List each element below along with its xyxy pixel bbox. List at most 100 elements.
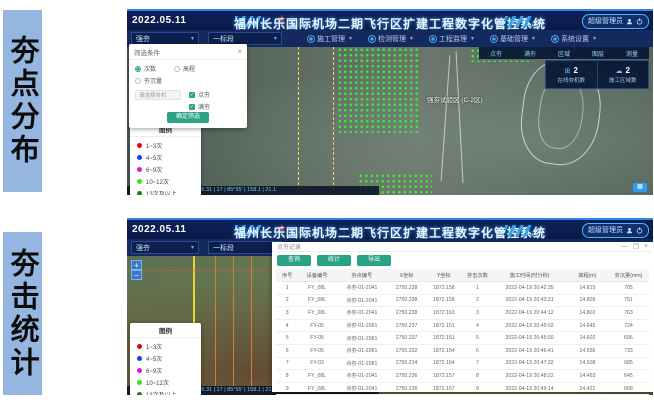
radio-elevation[interactable]: 高程	[174, 64, 195, 73]
menu-construction[interactable]: 施工管理▾	[307, 34, 352, 44]
tamping-point-grid[interactable]	[337, 47, 421, 133]
menu-label: 系统设置	[561, 34, 589, 44]
legend-item: 13次及以上	[130, 187, 201, 195]
table-cell: 14.645	[567, 319, 608, 332]
table-cell: 2	[276, 294, 298, 307]
legend-item: 10~12次	[130, 175, 201, 187]
table-cell: 763	[608, 307, 649, 320]
zoom-out-button[interactable]: −	[131, 270, 142, 280]
stat-value: 2	[626, 66, 630, 75]
toolbar-item[interactable]: 满夯	[524, 49, 536, 58]
stats-button[interactable]: 统计	[317, 255, 351, 266]
minimize-icon[interactable]: —	[621, 243, 628, 251]
toolbar-item[interactable]: 测量	[626, 49, 638, 58]
checkbox-full-tamping[interactable]: ✓满夯	[189, 102, 210, 111]
table-cell: 14.421	[567, 382, 608, 395]
checkbox-point-tamping[interactable]: ✓点夯	[189, 90, 210, 99]
zoom-in-button[interactable]: +	[131, 260, 142, 270]
select-value: 一标段	[213, 34, 234, 44]
query-button[interactable]: 查询	[277, 255, 311, 266]
legend-dot	[137, 344, 142, 349]
table-cell: 14.809	[567, 294, 608, 307]
export-button[interactable]: 导出	[357, 255, 391, 266]
chevron-down-icon: ▾	[274, 35, 277, 42]
close-icon[interactable]: ×	[237, 49, 242, 55]
table-row[interactable]: 7FY-03点夯-01-20812750.2141872.16472022-04…	[276, 357, 649, 370]
table-cell: 668	[608, 382, 649, 395]
boundary-line-orange	[215, 256, 216, 395]
checkbox-label: 满夯	[198, 102, 210, 111]
table-cell: 1872.154	[425, 344, 462, 357]
radio-label: 夯沉量	[144, 76, 162, 85]
menu-icon	[551, 35, 559, 43]
legend-item: 1~3次	[130, 139, 201, 151]
table-row[interactable]: 2FY_08L点夯-01-20412750.2381872.15822022-0…	[276, 294, 649, 307]
table-cell: 2022-04-19 20:42:35	[492, 282, 567, 295]
user-icon	[626, 227, 633, 234]
menu-testing[interactable]: 检测管理▾	[368, 34, 413, 44]
table-row[interactable]: 4FY-05点夯-01-20612750.2371872.15142022-04…	[276, 319, 649, 332]
menu-settings[interactable]: 系统设置▾	[551, 34, 596, 44]
table-row[interactable]: 1FY_08L点夯-01-20412750.2381872.15812022-0…	[276, 282, 649, 295]
menu-label: 工程监理	[439, 34, 467, 44]
menu-basic[interactable]: 基础管理▾	[490, 34, 535, 44]
table-row[interactable]: 3FY_08L点夯-01-20412750.2381872.16332022-0…	[276, 307, 649, 320]
radio-count[interactable]: 次数	[135, 64, 156, 73]
table-cell: FY_08L	[298, 370, 335, 383]
table-cell: 7	[276, 357, 298, 370]
record-table: 序号设备编号夯点编号X坐标Y坐标夯击次数施工时间(时分秒)高程(m)夯沉量(mm…	[276, 269, 649, 395]
table-row[interactable]: 5FY-05点夯-01-20612750.2371872.15152022-04…	[276, 332, 649, 345]
legend-dot	[137, 356, 142, 361]
table-cell: 2022-04-19 20:45:02	[492, 319, 567, 332]
map-tool-icon[interactable]: ▦	[633, 183, 647, 192]
table-cell: 2022-04-19 20:44:12	[492, 307, 567, 320]
table-cell: 2750.236	[388, 370, 425, 383]
radio-icon	[135, 78, 141, 84]
radio-settlement[interactable]: 夯沉量	[135, 76, 241, 85]
table-cell: 1872.164	[425, 357, 462, 370]
maximize-icon[interactable]: ❐	[633, 243, 639, 251]
table-cell: 1872.158	[425, 282, 462, 295]
table-cell: 1872.157	[425, 370, 462, 383]
contour-line	[441, 55, 451, 181]
menu-supervision[interactable]: 工程监理▾	[429, 34, 474, 44]
filter-panel: 筛选条件× 次数 高程 夯沉量 请选择夯机 ✓点夯 ✓满夯 确定筛选	[129, 44, 247, 128]
table-cell: 696	[608, 332, 649, 345]
table-row[interactable]: 9FY_08L点夯-01-20412750.2361872.15792022-0…	[276, 382, 649, 395]
toolbar-item[interactable]: 区域	[558, 49, 570, 58]
menu-label: 基础管理	[500, 34, 528, 44]
user-account-button[interactable]: 超级管理员	[582, 14, 649, 29]
legend-item: 4~5次	[130, 352, 201, 364]
table-cell: 751	[608, 294, 649, 307]
power-icon[interactable]	[636, 18, 643, 25]
project-type-select[interactable]: 强夯▾	[131, 241, 199, 254]
toolbar-item[interactable]: 图层	[592, 49, 604, 58]
stat-label: 施工区域数	[609, 76, 637, 84]
select-value: 一标段	[213, 243, 234, 253]
table-row[interactable]: 8FY_08L点夯-01-20412750.2361872.15782022-0…	[276, 370, 649, 383]
section-select[interactable]: 一标段▾	[208, 241, 282, 254]
table-row[interactable]: 6FY-05点夯-01-20612750.2321872.15462022-04…	[276, 344, 649, 357]
table-cell: FY-03	[298, 357, 335, 370]
table-cell: 2022-04-19 20:43:21	[492, 294, 567, 307]
close-icon[interactable]: ×	[644, 243, 648, 251]
menu-icon	[307, 35, 315, 43]
banner-label: 夯点分布	[7, 35, 38, 167]
table-cell: 645	[608, 370, 649, 383]
user-button-label: 超级管理员	[588, 224, 623, 237]
legend-dot	[137, 392, 142, 396]
table-cell: 5	[276, 332, 298, 345]
machine-select-input[interactable]: 请选择夯机	[135, 90, 181, 100]
table-cell: 2750.238	[388, 294, 425, 307]
filter-submit-button[interactable]: 确定筛选	[167, 112, 209, 123]
map-toolbar: 点夯 满夯 区域 图层 测量	[479, 47, 649, 59]
table-header-cell: 施工时间(时分秒)	[492, 269, 567, 282]
user-account-button[interactable]: 超级管理员	[582, 223, 649, 238]
power-icon[interactable]	[636, 227, 643, 234]
table-cell: FY_08L	[298, 294, 335, 307]
table-header-cell: Y坐标	[425, 269, 462, 282]
toolbar-item[interactable]: 点夯	[490, 49, 502, 58]
legend-panel: 图例 1~3次 4~5次 6~9次 10~12次 13次及以上	[130, 323, 201, 395]
checkbox-label: 点夯	[198, 90, 210, 99]
table-cell: 点夯-01-2061	[336, 332, 388, 345]
